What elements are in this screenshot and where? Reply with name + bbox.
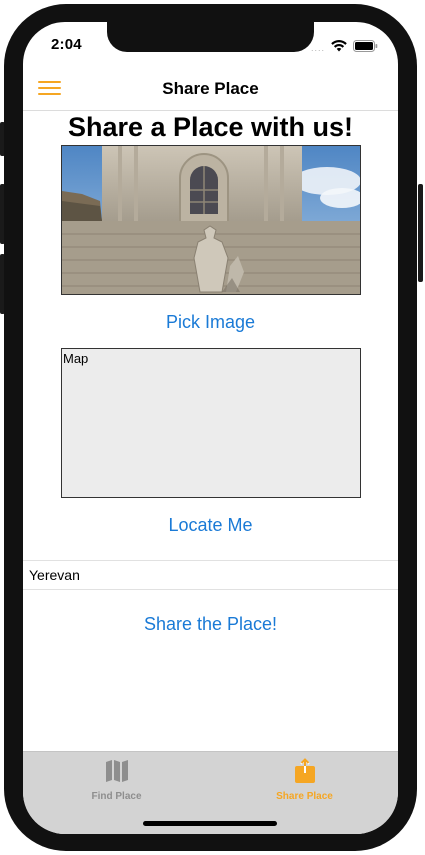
notch [107, 22, 314, 52]
tab-share-place[interactable]: Share Place [211, 758, 398, 802]
status-icons: .... [311, 39, 378, 57]
power-button [418, 184, 423, 282]
home-indicator [143, 821, 277, 826]
address-row [23, 560, 398, 590]
tab-label-share-place: Share Place [276, 791, 333, 802]
device: 2:04 .... Share Place Share a Place with… [0, 0, 425, 855]
address-input[interactable] [29, 561, 389, 589]
nav-title: Share Place [162, 79, 259, 98]
signal-icon: .... [310, 42, 325, 53]
pick-image-button[interactable]: Pick Image [23, 312, 398, 333]
monument-photo [62, 146, 360, 294]
map-preview: Map [61, 348, 361, 498]
status-time: 2:04 [51, 36, 82, 53]
locate-me-button[interactable]: Locate Me [23, 515, 398, 536]
page-heading: Share a Place with us! [67, 112, 354, 142]
battery-icon [353, 39, 378, 57]
share-place-submit-button[interactable]: Share the Place! [23, 614, 398, 635]
screen: 2:04 .... Share Place Share a Place with… [23, 22, 398, 834]
tab-label-find-place: Find Place [91, 791, 142, 802]
wifi-icon [331, 39, 347, 57]
navigation-bar: Share Place [23, 66, 398, 111]
map-icon [105, 760, 128, 782]
place-image-preview [61, 145, 361, 295]
tab-find-place[interactable]: Find Place [23, 758, 210, 802]
map-placeholder-label: Map [63, 351, 89, 366]
share-icon [294, 758, 315, 783]
